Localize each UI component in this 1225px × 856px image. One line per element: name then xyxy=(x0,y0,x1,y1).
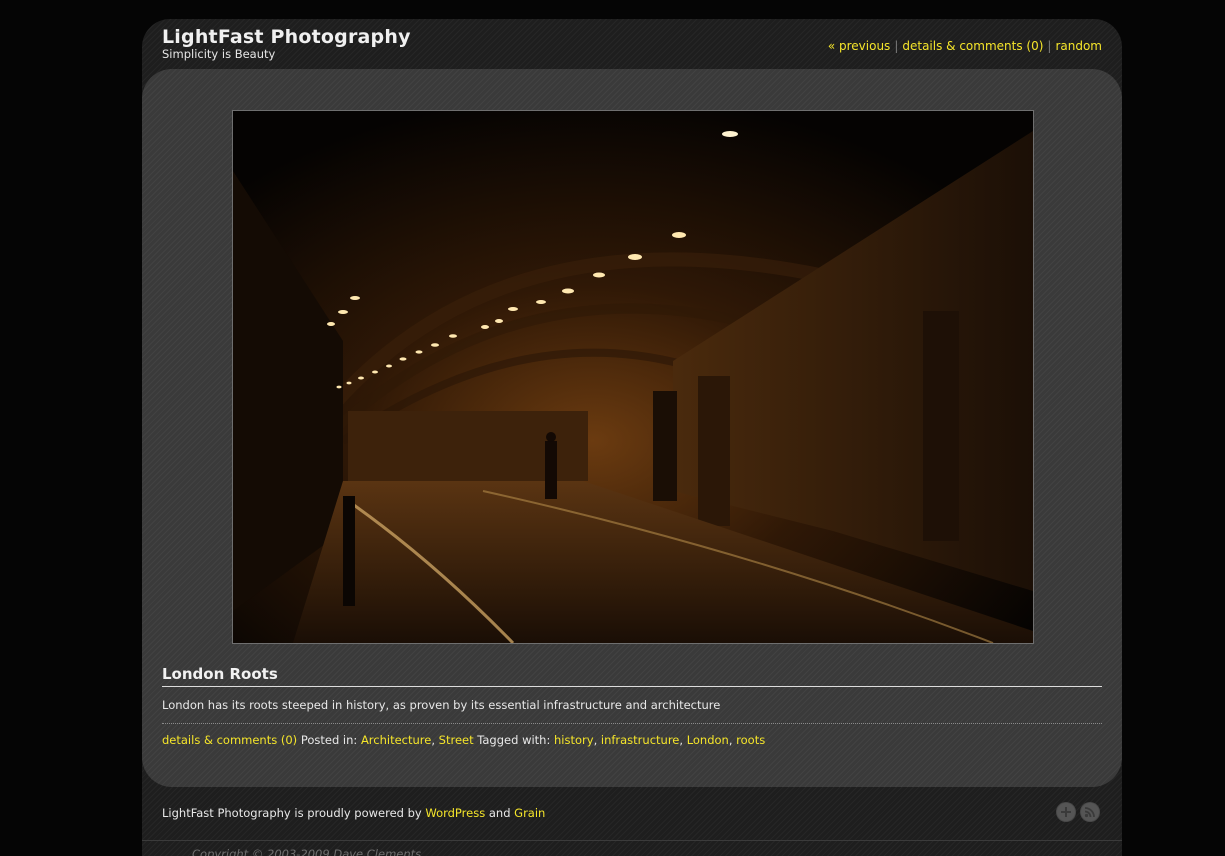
footer-icons xyxy=(1052,802,1100,824)
tunnel-photo[interactable] xyxy=(233,111,1033,643)
category-link-street[interactable]: Street xyxy=(439,733,474,747)
copyright-text: Copyright © 2003-2009 Dave Clements xyxy=(192,847,422,856)
and-text: and xyxy=(488,806,511,820)
site-tagline: Simplicity is Beauty xyxy=(162,47,276,61)
previous-link[interactable]: « previous xyxy=(828,39,890,53)
list-separator: , xyxy=(679,733,684,747)
nav-separator: | xyxy=(1047,39,1052,53)
plus-icon[interactable] xyxy=(1056,802,1076,822)
wordpress-link[interactable]: WordPress xyxy=(425,806,485,820)
post-title: London Roots xyxy=(162,665,1102,687)
tag-link-history[interactable]: history xyxy=(554,733,594,747)
posted-in-label: Posted in: xyxy=(300,733,358,747)
grain-link[interactable]: Grain xyxy=(514,806,545,820)
rss-icon[interactable] xyxy=(1080,802,1100,822)
site-header: LightFast Photography Simplicity is Beau… xyxy=(142,19,1122,71)
random-link[interactable]: random xyxy=(1055,39,1102,53)
post-meta: details & comments (0) Posted in: Archit… xyxy=(162,733,765,747)
tag-link-london[interactable]: London xyxy=(687,733,729,747)
details-comments-link[interactable]: details & comments (0) xyxy=(902,39,1043,53)
powered-by-text: LightFast Photography is proudly powered… xyxy=(162,806,545,820)
photo-frame[interactable] xyxy=(232,110,1034,644)
dotted-divider xyxy=(162,723,1102,724)
site-title[interactable]: LightFast Photography xyxy=(162,26,411,48)
site-footer: LightFast Photography is proudly powered… xyxy=(142,787,1122,856)
powered-prefix: LightFast Photography is proudly powered… xyxy=(162,806,422,820)
top-navigation: « previous | details & comments (0) | random xyxy=(828,39,1102,53)
footer-divider xyxy=(142,840,1122,841)
post-content-panel: London Roots London has its roots steepe… xyxy=(142,69,1122,787)
nav-separator: | xyxy=(894,39,899,53)
page-container: LightFast Photography Simplicity is Beau… xyxy=(142,19,1122,856)
list-separator: , xyxy=(593,733,598,747)
post-details-comments-link[interactable]: details & comments (0) xyxy=(162,733,297,747)
list-separator: , xyxy=(431,733,435,747)
tagged-with-label: Tagged with: xyxy=(477,733,551,747)
list-separator: , xyxy=(728,733,733,747)
tag-link-infrastructure[interactable]: infrastructure xyxy=(601,733,680,747)
tag-link-roots[interactable]: roots xyxy=(736,733,765,747)
post-description: London has its roots steeped in history,… xyxy=(162,698,721,712)
category-link-architecture[interactable]: Architecture xyxy=(361,733,431,747)
